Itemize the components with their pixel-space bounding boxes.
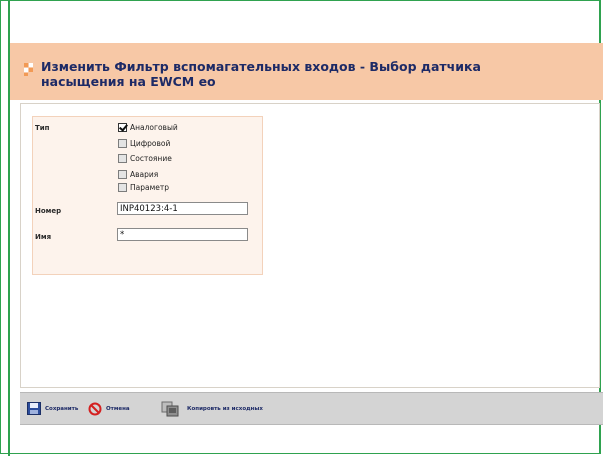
floppy-disk-icon xyxy=(27,402,41,415)
number-input[interactable] xyxy=(117,202,248,215)
cancel-button[interactable]: Отмена xyxy=(88,393,130,424)
save-label: Сохранить xyxy=(45,405,79,412)
type-option-analog[interactable]: Аналоговый xyxy=(118,122,178,133)
state-checkbox[interactable] xyxy=(118,154,127,163)
parameter-checkbox[interactable] xyxy=(118,183,127,192)
number-label: Номер xyxy=(35,207,62,215)
type-option-parameter[interactable]: Параметр xyxy=(118,182,169,193)
type-option-alarm[interactable]: Авария xyxy=(118,169,158,180)
prohibited-icon xyxy=(88,402,102,415)
copy-documents-icon xyxy=(161,401,179,416)
brand-logo-icon xyxy=(24,63,34,76)
alarm-label: Авария xyxy=(130,170,159,179)
analog-label: Аналоговый xyxy=(130,123,178,132)
cancel-label: Отмена xyxy=(106,405,130,412)
copy-from-source-button[interactable]: Копировть из исходных xyxy=(161,393,263,424)
analog-checkbox[interactable] xyxy=(118,123,127,132)
parameter-label: Параметр xyxy=(130,183,169,192)
digital-checkbox[interactable] xyxy=(118,139,127,148)
bottom-toolbar: Сохранить Отмена Копировть из исходных xyxy=(20,392,603,425)
type-option-state[interactable]: Состояние xyxy=(118,153,172,164)
digital-label: Цифровой xyxy=(130,139,171,148)
page-header: Изменить Фильтр вспомагательных входов -… xyxy=(10,43,603,100)
type-label: Тип xyxy=(35,124,50,132)
alarm-checkbox[interactable] xyxy=(118,170,127,179)
copy-label: Копировть из исходных xyxy=(187,405,263,412)
type-option-digital[interactable]: Цифровой xyxy=(118,138,170,149)
save-button[interactable]: Сохранить xyxy=(27,393,78,424)
page-title: Изменить Фильтр вспомагательных входов -… xyxy=(41,59,481,89)
name-input[interactable] xyxy=(117,228,248,241)
state-label: Состояние xyxy=(130,154,172,163)
name-label: Имя xyxy=(35,233,52,241)
